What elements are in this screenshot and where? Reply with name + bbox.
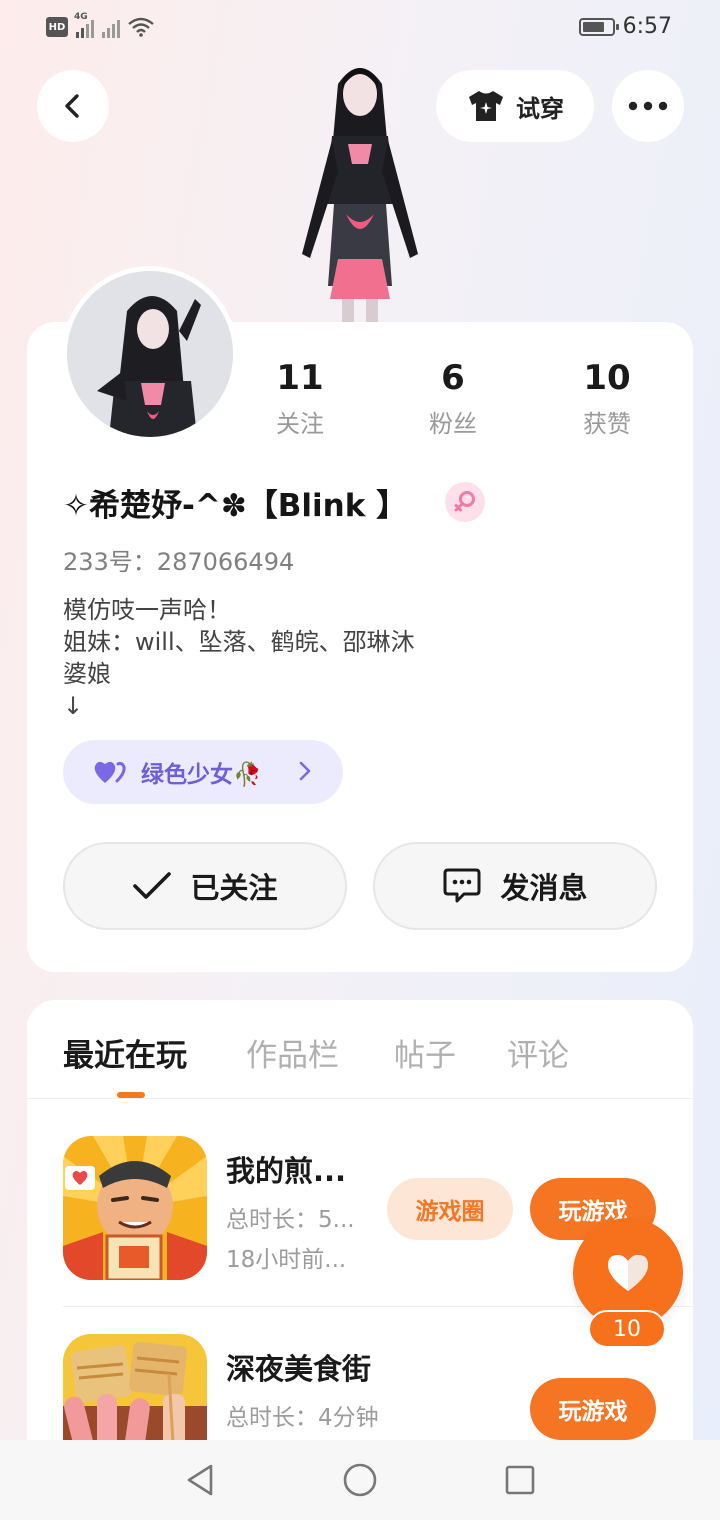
stat-fans[interactable]: 6 粉丝: [393, 358, 513, 439]
username: ✧希楚妤-^✽【Blink 】: [63, 488, 408, 524]
nav-back-button[interactable]: [180, 1460, 220, 1500]
nav-home-button[interactable]: [340, 1460, 380, 1500]
status-bar: HD 4G 6:57: [0, 0, 720, 58]
tab-posts[interactable]: 帖子: [394, 1030, 456, 1075]
fans-label: 粉丝: [429, 410, 477, 438]
more-dots-icon: [628, 101, 668, 111]
game-icon[interactable]: [63, 1136, 207, 1280]
bio-line: 姐妹：will、坠落、鹤皖、邵琳沐: [63, 628, 415, 656]
tab-comments[interactable]: 评论: [507, 1030, 569, 1075]
avatar-3d-figure[interactable]: [280, 54, 440, 324]
likes-count: 10: [583, 358, 631, 398]
bio-line: 婆娘: [63, 660, 111, 688]
avatar[interactable]: [62, 266, 238, 442]
battery-icon: [578, 17, 619, 36]
like-count-badge: 10: [588, 1310, 666, 1348]
tabs-divider: [27, 1098, 693, 1099]
fans-count: 6: [441, 358, 465, 398]
game-last-played: 18小时前...: [226, 1247, 347, 1273]
send-message-label: 发消息: [500, 871, 588, 905]
check-icon: [133, 872, 172, 899]
bio: 模仿吱一声哈！ 姐妹：will、坠落、鹤皖、邵琳沐 婆娘 ↓: [63, 594, 415, 722]
likes-label: 获赞: [583, 410, 631, 438]
play-game-button[interactable]: 玩游戏: [530, 1378, 656, 1440]
triangle-back-icon: [187, 1464, 213, 1496]
tab-works[interactable]: 作品栏: [246, 1030, 339, 1075]
cellular-signal-2-icon: [102, 16, 120, 38]
double-heart-icon: [94, 761, 126, 783]
square-recents-icon: [505, 1465, 535, 1495]
try-on-label: 试穿: [516, 94, 564, 123]
gender-badge: [445, 482, 485, 522]
identity-tag-label: 绿色少女🥀: [141, 762, 262, 788]
game-duration: 总时长：4分钟: [226, 1405, 379, 1431]
stat-likes[interactable]: 10 获赞: [547, 358, 667, 439]
cellular-signal-icon: 4G: [74, 12, 94, 38]
female-icon: [454, 491, 475, 512]
circle-home-icon: [343, 1463, 377, 1497]
stat-following[interactable]: 11 关注: [240, 358, 360, 439]
game-title: 我的煎...: [226, 1154, 347, 1188]
tab-recently-played[interactable]: 最近在玩: [63, 1030, 187, 1075]
tshirt-icon: [469, 91, 503, 121]
hd-icon: HD: [46, 17, 68, 37]
chevron-right-icon: [299, 761, 311, 781]
wifi-icon: [128, 17, 154, 37]
bio-line: 模仿吱一声哈！: [63, 596, 231, 624]
send-message-button[interactable]: 发消息: [373, 842, 657, 930]
bio-line: ↓: [63, 692, 84, 720]
game-duration: 总时长：5...: [226, 1207, 355, 1233]
game-circle-button[interactable]: 游戏圈: [387, 1178, 513, 1240]
heart-icon: [608, 1255, 648, 1291]
chevron-left-icon: [65, 94, 79, 118]
following-count: 11: [276, 358, 324, 398]
back-button[interactable]: [37, 70, 109, 142]
followed-button[interactable]: 已关注: [63, 842, 347, 930]
user-id: 233号：287066494: [63, 548, 295, 576]
clock: 6:57: [622, 14, 672, 39]
try-on-button[interactable]: 试穿: [436, 70, 594, 142]
game-title: 深夜美食街: [226, 1352, 372, 1386]
identity-tag-button[interactable]: 绿色少女🥀: [63, 740, 343, 804]
chat-bubble-icon: [443, 868, 481, 903]
avatar-image: [67, 271, 233, 437]
system-nav-bar: [0, 1440, 720, 1520]
more-button[interactable]: [612, 70, 684, 142]
following-label: 关注: [276, 410, 324, 438]
nav-recents-button[interactable]: [500, 1460, 540, 1500]
followed-label: 已关注: [190, 871, 278, 905]
